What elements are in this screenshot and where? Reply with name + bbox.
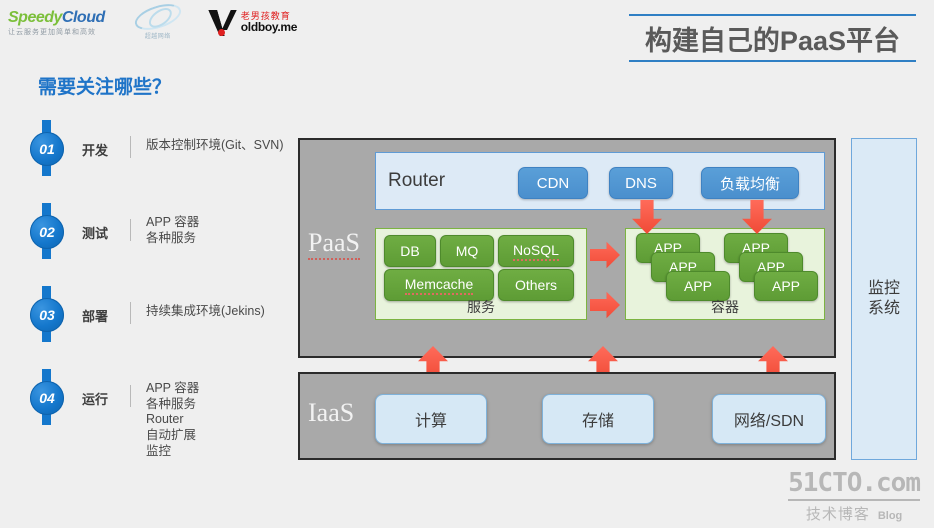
app-stack: APP APP APP [724, 233, 818, 303]
page-title: 构建自己的PaaS平台 [628, 14, 916, 62]
slide-canvas: SpeedyCloud 让云服务更加简单和高效 超越网络 老男孩教育 oldbo… [0, 0, 934, 528]
step-list: 01 开发 版本控制环境(Git、SVN) 02 测试 APP 容器 各种服务 0… [22, 118, 292, 458]
service-mq[interactable]: MQ [440, 235, 494, 267]
oldboy-en-label: oldboy.me [240, 20, 298, 35]
list-item: 03 部署 持续集成环境(Jekins) [22, 284, 292, 367]
iaas-layer-label: IaaS [308, 398, 355, 427]
list-item: 02 测试 APP 容器 各种服务 [22, 201, 292, 284]
watermark-en: Blog [877, 510, 903, 522]
divider [130, 385, 131, 407]
step-name: 运行 [82, 392, 109, 407]
swirl-ring [131, 0, 184, 35]
app-stack: APP APP APP [636, 233, 730, 303]
watermark-site: 51CTO.com [788, 468, 921, 501]
step-badge: 01 [30, 132, 64, 166]
dns-pill[interactable]: DNS [609, 167, 673, 199]
swirl-icon: 超越网络 [127, 0, 189, 40]
iaas-compute[interactable]: 计算 [375, 394, 487, 444]
divider [130, 302, 131, 324]
step-name: 开发 [82, 143, 109, 158]
section-heading: 需要关注哪些？ [38, 77, 172, 98]
services-box: DB MQ NoSQL Memcache Others 服务 [375, 228, 587, 320]
step-name: 部署 [82, 309, 109, 324]
containers-caption: 容器 [711, 299, 739, 315]
list-item: 01 开发 版本控制环境(Git、SVN) [22, 118, 292, 201]
step-badge: 03 [30, 298, 64, 332]
oldboy-logo: 老男孩教育 oldboy.me [211, 10, 297, 36]
checkmark-icon [211, 10, 239, 36]
monitoring-label: 监控 系统 [867, 280, 900, 317]
iaas-storage[interactable]: 存储 [542, 394, 654, 444]
speedycloud-tagline: 让云服务更加简单和高效 [8, 29, 96, 36]
step-detail: APP 容器 各种服务 [146, 215, 200, 245]
logo-bar: SpeedyCloud 让云服务更加简单和高效 超越网络 老男孩教育 oldbo… [8, 0, 297, 40]
services-caption: 服务 [467, 299, 495, 315]
cdn-pill[interactable]: CDN [518, 167, 588, 199]
service-db[interactable]: DB [384, 235, 436, 267]
containers-box: APP APP APP APP APP APP 容器 [625, 228, 825, 320]
divider [130, 136, 131, 158]
monitoring-panel: 监控 系统 [851, 138, 917, 460]
step-detail: 持续集成环境(Jekins) [146, 304, 265, 318]
watermark: 51CTO.com 技术博客 Blog [788, 468, 921, 524]
oldboy-wordmark: 老男孩教育 oldboy.me [240, 11, 298, 35]
step-name: 测试 [82, 226, 109, 241]
watermark-cn: 技术博客 [805, 506, 870, 523]
paas-layer-label: PaaS [308, 228, 360, 260]
step-badge: 02 [30, 215, 64, 249]
service-nosql[interactable]: NoSQL [498, 235, 574, 267]
step-detail: APP 容器 各种服务 Router 自动扩展 监控 [146, 381, 200, 458]
speedycloud-wordmark: SpeedyCloud [8, 9, 105, 26]
router-label: Router [388, 170, 446, 191]
speedycloud-logo: SpeedyCloud 让云服务更加简单和高效 [8, 9, 105, 37]
iaas-network[interactable]: 网络/SDN [712, 394, 826, 444]
step-detail: 版本控制环境(Git、SVN) [146, 138, 284, 152]
step-badge: 04 [30, 381, 64, 415]
list-item: 04 运行 APP 容器 各种服务 Router 自动扩展 监控 [22, 367, 292, 458]
divider [130, 219, 131, 241]
swirl-caption: 超越网络 [144, 34, 171, 40]
load-balancer-pill[interactable]: 负载均衡 [701, 167, 799, 199]
page-title-text: 构建自己的PaaS平台 [644, 26, 900, 56]
